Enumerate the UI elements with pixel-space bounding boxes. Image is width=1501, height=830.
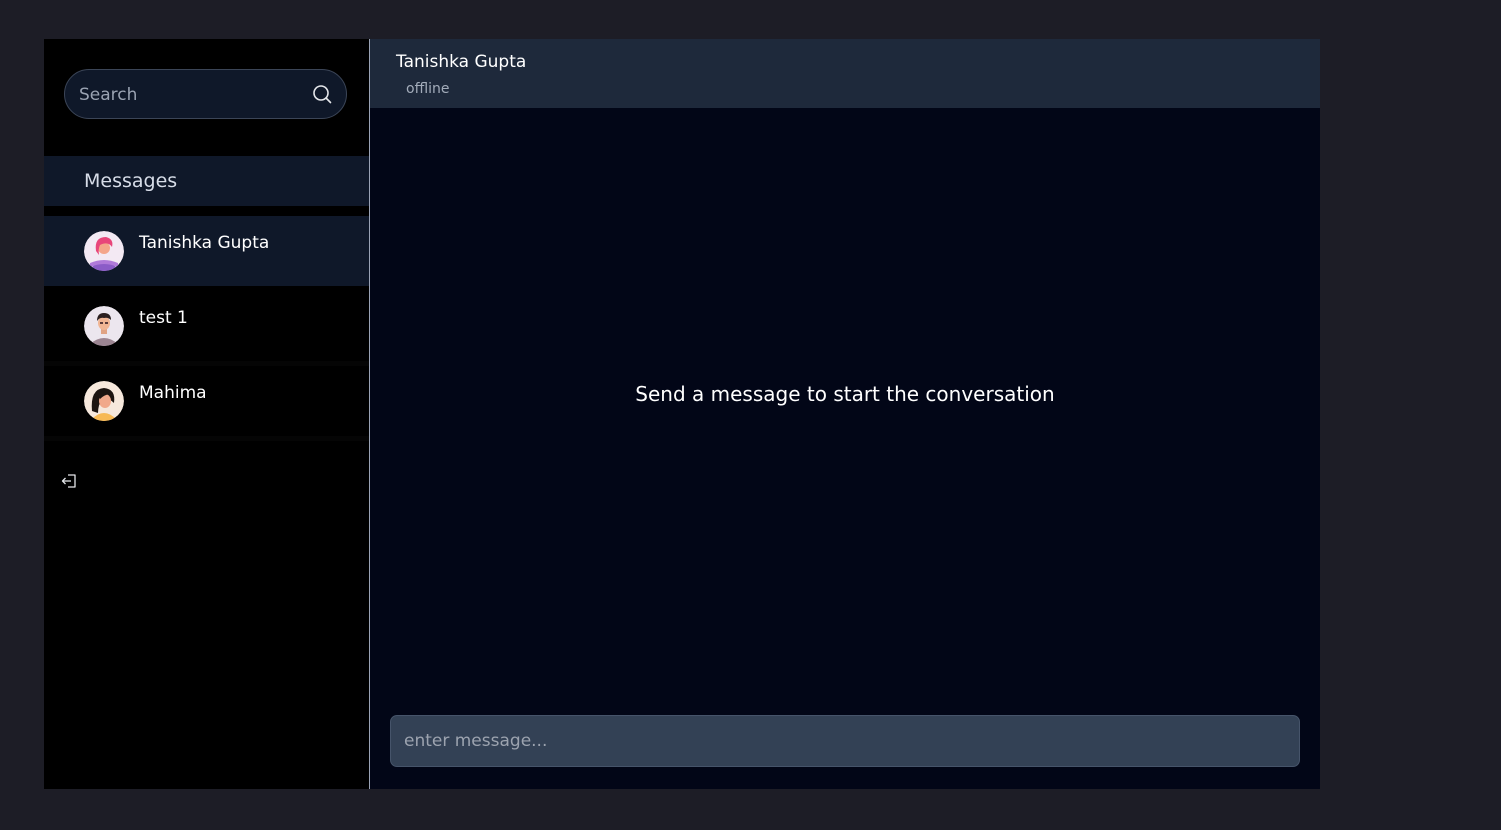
contact-item-tanishka-gupta[interactable]: Tanishka Gupta <box>44 216 369 291</box>
chat-status: offline <box>406 81 450 97</box>
chat-contact-name: Tanishka Gupta <box>396 52 527 72</box>
search-icon[interactable] <box>312 84 332 104</box>
contact-item-mahima[interactable]: Mahima <box>44 366 369 441</box>
avatar <box>84 381 124 421</box>
chat-panel: Tanishka Gupta offline Send a message to… <box>370 39 1320 789</box>
avatar <box>84 231 124 271</box>
contact-name: Mahima <box>139 383 207 403</box>
messages-heading: Messages <box>44 156 369 206</box>
avatar <box>84 306 124 346</box>
contact-item-test-1[interactable]: test 1 <box>44 291 369 366</box>
logout-icon[interactable] <box>61 473 77 489</box>
contact-name: test 1 <box>139 308 188 328</box>
search-box[interactable] <box>64 69 347 120</box>
chat-header: Tanishka Gupta offline <box>370 39 1320 108</box>
empty-conversation-text: Send a message to start the conversation <box>635 382 1055 406</box>
contact-name: Tanishka Gupta <box>139 233 270 253</box>
chat-app: Messages Tanishka Gupta <box>44 39 1320 789</box>
search-input[interactable] <box>77 70 301 120</box>
contact-list: Tanishka Gupta test 1 Mahima <box>44 216 369 441</box>
sidebar: Messages Tanishka Gupta <box>44 39 370 789</box>
message-input[interactable] <box>390 715 1300 767</box>
